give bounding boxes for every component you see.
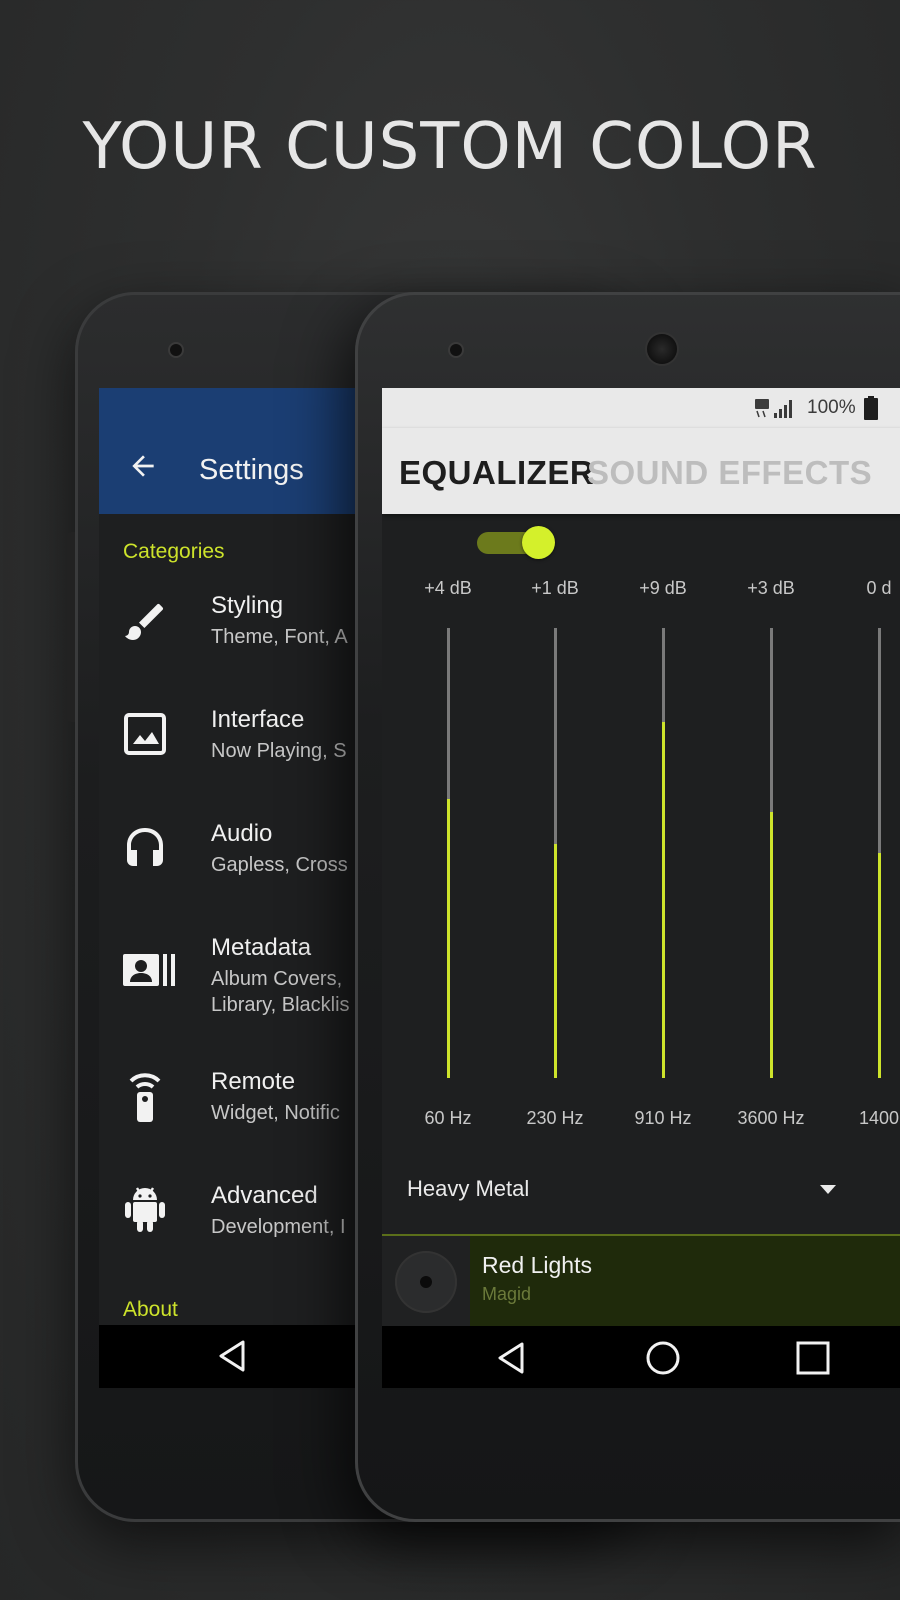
settings-item-interface[interactable]: Interface Now Playing, S bbox=[99, 698, 381, 798]
track-artist: Magid bbox=[482, 1284, 532, 1304]
nav-recents-icon[interactable] bbox=[793, 1338, 833, 1378]
band-slider[interactable] bbox=[662, 628, 665, 1078]
item-title: Metadata bbox=[211, 934, 312, 961]
band-slider-fill bbox=[770, 812, 773, 1078]
tab-equalizer[interactable]: EQUALIZER bbox=[399, 454, 594, 492]
band-gain-label: 0 d bbox=[866, 578, 892, 598]
section-categories: Categories bbox=[123, 540, 225, 563]
navigation-bar bbox=[382, 1326, 900, 1388]
settings-item-advanced[interactable]: Advanced Development, I bbox=[99, 1182, 381, 1282]
item-subtitle-line2: Library, Blacklis bbox=[211, 994, 350, 1016]
item-title: Interface bbox=[211, 706, 305, 733]
settings-screen: Settings Categories Styling Theme, Font,… bbox=[99, 388, 381, 1388]
item-title: Audio bbox=[211, 820, 273, 847]
nav-back-icon[interactable] bbox=[492, 1338, 532, 1378]
signal-icon bbox=[755, 399, 792, 418]
band-slider-fill bbox=[662, 722, 665, 1078]
band-slider-fill bbox=[554, 844, 557, 1078]
phone-side-button bbox=[67, 532, 75, 722]
settings-title: Settings bbox=[199, 454, 304, 486]
band-slider[interactable] bbox=[554, 628, 557, 1078]
android-icon bbox=[125, 1187, 165, 1232]
battery-percent: 100% bbox=[807, 397, 856, 418]
band-slider[interactable] bbox=[447, 628, 450, 1078]
settings-item-remote[interactable]: Remote Widget, Notific bbox=[99, 1068, 381, 1168]
item-subtitle: Widget, Notific bbox=[211, 1102, 340, 1124]
dropdown-arrow-icon[interactable] bbox=[820, 1185, 836, 1194]
preset-selector[interactable]: Heavy Metal bbox=[407, 1176, 529, 1202]
mini-player[interactable]: Red Lights Magid bbox=[382, 1234, 900, 1328]
back-arrow-icon[interactable] bbox=[127, 450, 159, 482]
status-bar: 100% bbox=[382, 388, 900, 428]
item-subtitle: Gapless, Cross bbox=[211, 854, 348, 876]
band-slider[interactable] bbox=[878, 628, 881, 1078]
settings-item-audio[interactable]: Audio Gapless, Cross bbox=[99, 812, 381, 912]
headline: YOUR CUSTOM COLOR bbox=[82, 110, 818, 184]
brush-icon bbox=[125, 604, 163, 640]
band-frequency-label: 910 Hz bbox=[634, 1108, 692, 1128]
band-slider-fill bbox=[878, 853, 881, 1078]
settings-item-metadata[interactable]: Metadata Album Covers, Library, Blacklis bbox=[99, 926, 381, 1026]
band-frequency-label: 60 Hz bbox=[424, 1108, 472, 1128]
navigation-bar bbox=[99, 1325, 381, 1388]
band-slider[interactable] bbox=[770, 628, 773, 1078]
tab-bar: EQUALIZER SOUND EFFECTS bbox=[382, 428, 900, 514]
nav-home-icon[interactable] bbox=[643, 1338, 683, 1378]
item-title: Styling bbox=[211, 592, 284, 619]
front-camera bbox=[450, 344, 462, 356]
album-art bbox=[382, 1236, 470, 1328]
battery-icon bbox=[864, 396, 878, 420]
id-card-icon bbox=[123, 954, 175, 986]
front-camera bbox=[170, 344, 182, 356]
headphones-icon bbox=[127, 828, 163, 866]
earpiece-speaker bbox=[647, 334, 677, 364]
settings-item-styling[interactable]: Styling Theme, Font, A bbox=[99, 584, 381, 684]
item-subtitle: Theme, Font, A bbox=[211, 626, 348, 648]
item-subtitle: Album Covers, bbox=[211, 968, 343, 990]
band-gain-label: +3 dB bbox=[747, 578, 795, 598]
phone-front: 100% EQUALIZER SOUND EFFECTS +4 dB 60 Hz +… bbox=[355, 292, 900, 1522]
remote-icon bbox=[129, 1073, 161, 1122]
item-title: Remote bbox=[211, 1068, 296, 1095]
settings-app-bar: Settings bbox=[99, 388, 381, 514]
section-about: About bbox=[123, 1298, 178, 1321]
nav-back-icon[interactable] bbox=[213, 1336, 253, 1376]
equalizer-toggle-knob[interactable] bbox=[522, 526, 555, 559]
tab-sound-effects[interactable]: SOUND EFFECTS bbox=[587, 454, 872, 492]
item-title: Advanced bbox=[211, 1182, 318, 1209]
disc-hole bbox=[420, 1276, 432, 1288]
equalizer-screen: 100% EQUALIZER SOUND EFFECTS +4 dB 60 Hz +… bbox=[382, 388, 900, 1388]
track-title: Red Lights bbox=[482, 1252, 592, 1278]
band-frequency-label: 230 Hz bbox=[526, 1108, 584, 1128]
item-subtitle: Now Playing, S bbox=[211, 740, 347, 762]
band-frequency-label: 3600 Hz bbox=[737, 1108, 805, 1128]
item-subtitle: Development, I bbox=[211, 1216, 346, 1238]
band-gain-label: +1 dB bbox=[531, 578, 579, 598]
image-icon bbox=[124, 713, 166, 755]
band-frequency-label: 1400 bbox=[858, 1108, 900, 1128]
band-gain-label: +4 dB bbox=[424, 578, 472, 598]
band-slider-fill bbox=[447, 799, 450, 1078]
band-gain-label: +9 dB bbox=[639, 578, 687, 598]
